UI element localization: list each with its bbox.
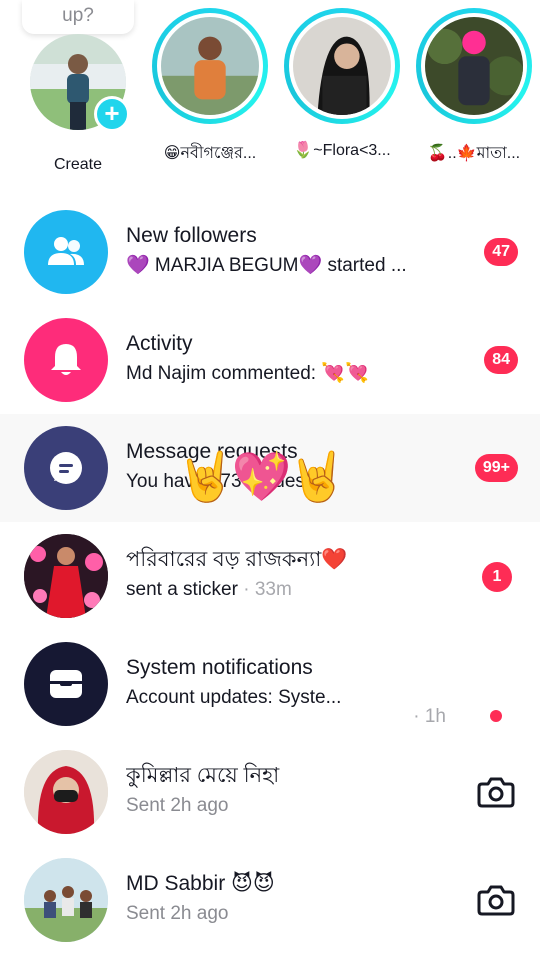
add-story-icon[interactable]: + [94, 96, 130, 132]
story-avatar [425, 17, 523, 115]
sticker-overlay: 🤘💖🤘 [176, 451, 347, 504]
row-title: New followers [126, 224, 257, 247]
contact-avatar [24, 750, 108, 834]
bell-icon [24, 318, 108, 402]
conversation-row[interactable]: পরিবারের বড় রাজকন্যা❤️ sent a sticker ·… [0, 522, 540, 630]
story-avatar [161, 17, 259, 115]
story-label: 🍒..🍁মাতা... [427, 145, 521, 162]
row-subtitle: Sent 2h ago [126, 903, 229, 924]
row-subtitle: Md Najim commented: 💘💘 [126, 363, 369, 384]
unread-dot [490, 710, 502, 722]
row-title: MD Sabbir 😈😈 [126, 872, 275, 895]
row-title: পরিবারের বড় রাজকন্যা❤️ [126, 548, 348, 571]
camera-icon[interactable] [476, 772, 516, 812]
inbox-tray-icon [24, 642, 108, 726]
story-label: 🌷~Flora<3... [293, 142, 391, 159]
row-subtitle: sent a sticker [126, 579, 238, 600]
row-title: কুমিল্লার মেয়ে নিহা [126, 764, 280, 787]
row-subtitle: Account updates: Syste... [126, 687, 342, 708]
row-title: System notifications [126, 656, 313, 679]
followers-icon [24, 210, 108, 294]
stories-row: up? + Create 😁নবীগঞ্জের... 🌷~Flora<3... … [0, 0, 540, 180]
row-title: Activity [126, 332, 193, 355]
story-avatar [293, 17, 391, 115]
unread-count-badge: 99+ [474, 454, 518, 482]
story-ring [284, 8, 400, 124]
conversation-row[interactable]: MD Sabbir 😈😈 Sent 2h ago [0, 846, 540, 954]
row-timestamp: · 33m [243, 579, 292, 600]
unread-count-badge: 1 [482, 562, 512, 592]
story-ring [416, 8, 532, 124]
contact-avatar [24, 858, 108, 942]
activity-row[interactable]: Activity Md Najim commented: 💘💘 84 [0, 306, 540, 414]
conversation-row[interactable]: কুমিল্লার মেয়ে নিহা Sent 2h ago [0, 738, 540, 846]
contact-avatar [24, 534, 108, 618]
row-subtitle: 💜 MARJIA BEGUM💜 started ... [126, 255, 407, 276]
new-followers-row[interactable]: New followers 💜 MARJIA BEGUM💜 started ..… [0, 198, 540, 306]
story-label: 😁নবীগঞ্জের... [163, 145, 257, 162]
story-item[interactable]: 🍒..🍁মাতা... [412, 8, 536, 167]
message-bubble-icon [24, 426, 108, 510]
camera-icon[interactable] [476, 880, 516, 920]
story-item[interactable]: 😁নবীগঞ্জের... [148, 8, 272, 167]
system-notifications-row[interactable]: System notifications Account updates: Sy… [0, 630, 540, 738]
unread-count-badge: 47 [484, 238, 518, 266]
story-item[interactable]: 🌷~Flora<3... [280, 8, 404, 160]
story-ring [152, 8, 268, 124]
row-timestamp: · 1h [413, 706, 446, 727]
message-requests-row[interactable]: Message requests You have 173 requests 🤘… [0, 414, 540, 522]
story-create[interactable]: + Create [16, 20, 140, 174]
row-subtitle: Sent 2h ago [126, 795, 229, 816]
story-label: Create [53, 156, 103, 173]
unread-count-badge: 84 [484, 346, 518, 374]
inbox-list: New followers 💜 MARJIA BEGUM💜 started ..… [0, 198, 540, 954]
row-subtitle-line: sent a sticker · 33m [126, 576, 450, 604]
